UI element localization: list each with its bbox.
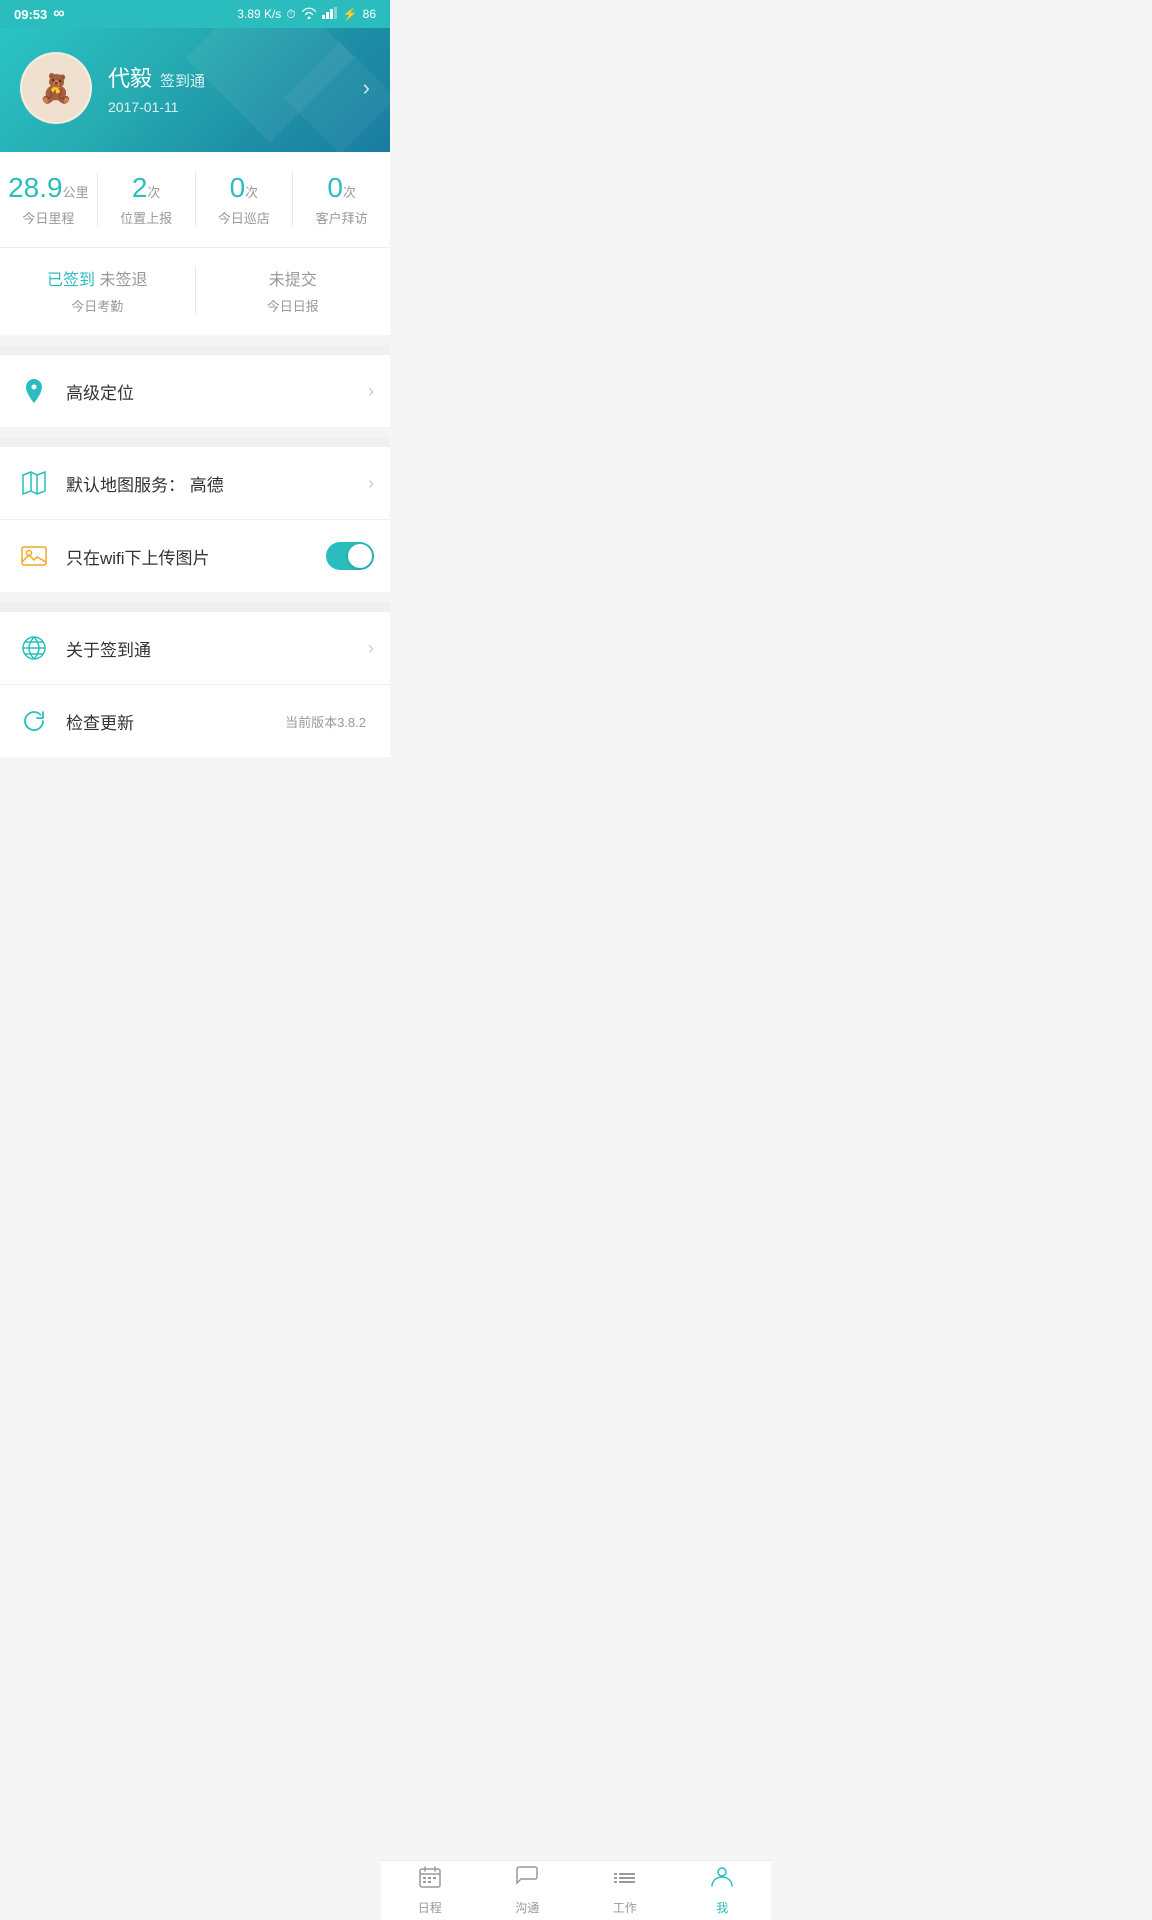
nav-item-work[interactable]: 工作 (576, 1861, 674, 1920)
header-arrow-icon[interactable]: › (363, 75, 370, 101)
menu-label-wifi-upload: 只在wifi下上传图片 (66, 544, 326, 569)
user-avatar: 🧸 (20, 52, 92, 124)
user-header[interactable]: 🧸 代毅 签到通 2017-01-11 › (0, 28, 390, 152)
menu-item-advanced-location[interactable]: 高级定位 › (0, 355, 390, 427)
stat-distance: 28.9公里 今日里程 (0, 172, 98, 227)
attendance-section: 已签到 未签退 今日考勤 未提交 今日日报 (0, 248, 390, 335)
signed-status: 已签到 (47, 272, 95, 289)
arrow-icon-about: › (368, 638, 374, 659)
stat-distance-unit: 公里 (63, 185, 89, 200)
nav-label-me: 我 (716, 1899, 728, 1916)
stat-store: 0次 今日巡店 (196, 172, 294, 227)
bottom-navigation: 日程 沟通 工作 我 (381, 1860, 771, 1920)
report-status: 未提交 (196, 266, 391, 290)
globe-icon (16, 630, 52, 666)
divider-2 (0, 437, 390, 447)
menu-section-location: 高级定位 › (0, 355, 390, 427)
wifi-upload-toggle[interactable] (326, 542, 374, 570)
map-icon (16, 465, 52, 501)
stat-store-value: 0 (230, 172, 246, 203)
menu-item-about[interactable]: 关于签到通 › (0, 612, 390, 685)
user-name: 代毅 (108, 61, 152, 93)
stat-visit-label: 客户拜访 (293, 208, 390, 227)
divider-3 (0, 602, 390, 612)
menu-section-about: 关于签到通 › 检查更新 当前版本3.8.2 (0, 612, 390, 757)
battery-level: 86 (363, 7, 376, 21)
not-signed-status: 未签退 (99, 272, 147, 289)
calendar-icon (418, 1865, 442, 1895)
divider-1 (0, 345, 390, 355)
refresh-icon (16, 703, 52, 739)
menu-label-advanced-location: 高级定位 (66, 379, 368, 404)
network-speed: 3.89 K/s (237, 7, 281, 21)
signal-icon (322, 7, 338, 22)
stat-visit-unit: 次 (343, 185, 356, 200)
clock-icon: ⏱ (286, 7, 295, 22)
stat-location: 2次 位置上报 (98, 172, 196, 227)
stat-visit-value: 0 (327, 172, 343, 203)
nav-item-me[interactable]: 我 (674, 1861, 772, 1920)
wifi-toggle-wrap[interactable] (326, 542, 374, 570)
stat-distance-label: 今日里程 (0, 208, 97, 227)
stat-distance-value: 28.9 (8, 172, 63, 203)
nav-item-chat[interactable]: 沟通 (479, 1861, 577, 1920)
stat-visit: 0次 客户拜访 (293, 172, 390, 227)
attendance-checkin: 已签到 未签退 今日考勤 (0, 266, 196, 315)
report-label: 今日日报 (196, 296, 391, 315)
location-icon (16, 373, 52, 409)
menu-label-check-update: 检查更新 (66, 709, 285, 734)
stat-location-unit: 次 (147, 185, 160, 200)
menu-label-map-service: 默认地图服务： 高德 (66, 471, 368, 496)
charging-icon: ⚡ (343, 7, 358, 21)
stat-store-label: 今日巡店 (196, 208, 293, 227)
stat-location-value: 2 (132, 172, 148, 203)
image-icon (16, 538, 52, 574)
nav-label-work: 工作 (613, 1899, 637, 1916)
nav-label-schedule: 日程 (418, 1899, 442, 1916)
person-icon (710, 1865, 734, 1895)
work-icon (613, 1865, 637, 1895)
attendance-label: 今日考勤 (0, 296, 195, 315)
status-bar: 09:53 ∞ 3.89 K/s ⏱ ⚡ (0, 0, 390, 28)
stats-section: 28.9公里 今日里程 2次 位置上报 0次 今日巡店 0次 客户拜访 (0, 152, 390, 248)
attendance-report: 未提交 今日日报 (196, 266, 391, 315)
chat-icon (515, 1865, 539, 1895)
menu-item-map-service[interactable]: 默认地图服务： 高德 › (0, 447, 390, 520)
nav-item-schedule[interactable]: 日程 (381, 1861, 479, 1920)
version-text: 当前版本3.8.2 (285, 712, 366, 731)
stat-location-label: 位置上报 (98, 208, 195, 227)
menu-item-wifi-upload[interactable]: 只在wifi下上传图片 (0, 520, 390, 592)
menu-section-map: 默认地图服务： 高德 › 只在wifi下上传图片 (0, 447, 390, 592)
arrow-icon-map-service: › (368, 473, 374, 494)
status-time: 09:53 (14, 7, 47, 22)
stat-store-unit: 次 (245, 185, 258, 200)
wifi-icon (301, 7, 317, 22)
arrow-icon-advanced-location: › (368, 381, 374, 402)
menu-item-check-update[interactable]: 检查更新 当前版本3.8.2 (0, 685, 390, 757)
menu-label-about: 关于签到通 (66, 636, 368, 661)
infinity-icon: ∞ (53, 5, 64, 23)
nav-label-chat: 沟通 (515, 1899, 539, 1916)
